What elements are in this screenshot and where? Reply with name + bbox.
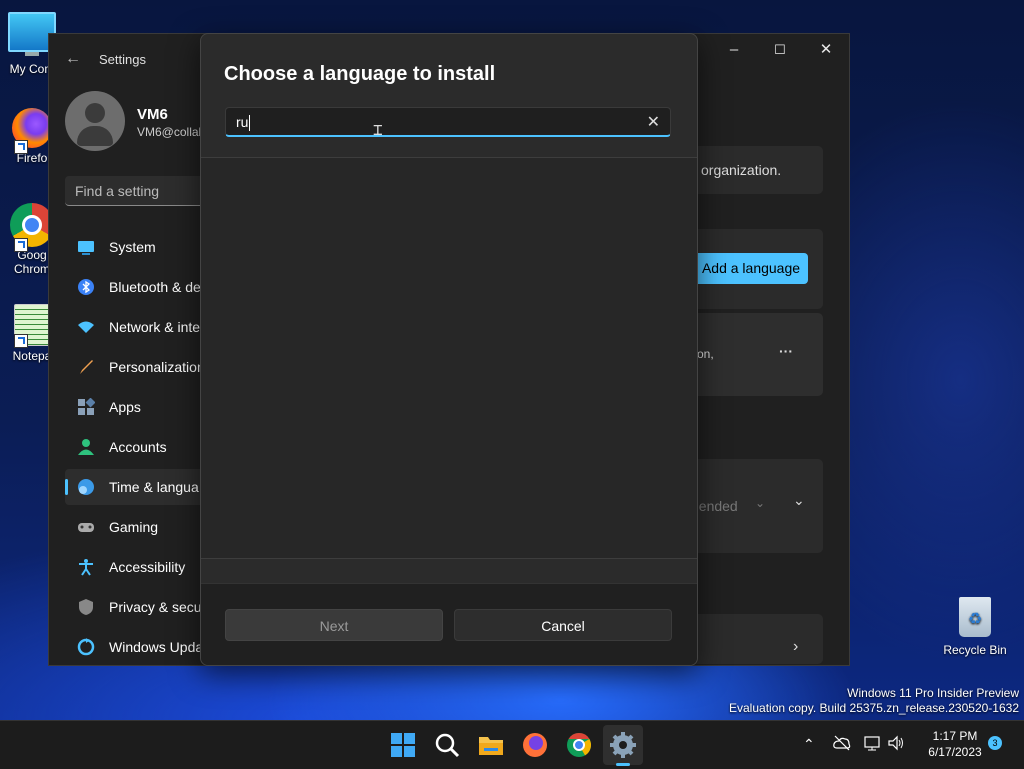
shortcut-arrow-icon [14, 140, 28, 154]
text-caret [249, 115, 251, 132]
sidebar-item-accounts[interactable]: Accounts [65, 429, 205, 465]
search-value: ru [236, 114, 249, 130]
tray-chevron-icon[interactable]: ⌃ [803, 736, 815, 753]
sidebar-item-time-language[interactable]: Time & langua [65, 469, 205, 505]
sidebar-item-bluetooth[interactable]: Bluetooth & de [65, 269, 205, 305]
sidebar-item-label: Accounts [109, 439, 167, 455]
dialog-title: Choose a language to install [224, 63, 496, 85]
sidebar-item-label: Personalization [109, 359, 205, 375]
volume-icon[interactable] [887, 734, 905, 755]
recommended-dropdown[interactable]: nended [691, 498, 738, 514]
language-card-text: on, [697, 347, 714, 361]
text-cursor-icon: ⌶ [373, 120, 383, 139]
active-app-indicator [616, 763, 630, 766]
add-language-button[interactable]: Add a language [694, 253, 808, 284]
user-name: VM6 [137, 106, 168, 123]
watermark-line-1: Windows 11 Pro Insider Preview [847, 686, 1019, 700]
clear-search-button[interactable]: ✕ [647, 112, 660, 132]
notification-badge[interactable]: 3 [988, 736, 1002, 750]
shield-icon [77, 598, 95, 616]
find-setting-input[interactable]: Find a setting [65, 176, 205, 206]
active-indicator [65, 479, 68, 495]
sidebar-item-label: Privacy & secu [109, 599, 202, 615]
cancel-button[interactable]: Cancel [454, 609, 672, 641]
system-icon [77, 238, 95, 256]
user-email: VM6@collab [137, 125, 206, 139]
language-list[interactable] [201, 157, 697, 559]
sidebar-item-personalization[interactable]: Personalization [65, 349, 205, 385]
sidebar-item-windows-update[interactable]: Windows Upda [65, 629, 205, 665]
brush-icon [77, 358, 95, 376]
apps-icon [77, 397, 96, 416]
watermark-line-2: Evaluation copy. Build 25375.zn_release.… [729, 701, 1019, 715]
clock-date: 6/17/2023 [928, 745, 982, 759]
maximize-button[interactable]: ☐ [757, 34, 803, 66]
sidebar-item-label: Time & langua [109, 479, 199, 495]
update-icon [77, 638, 95, 656]
sidebar-item-label: System [109, 239, 156, 255]
wifi-icon [77, 318, 95, 336]
language-search-input[interactable]: ru ✕ [225, 107, 671, 137]
dialog-footer: Next Cancel [201, 583, 697, 665]
sidebar-item-system[interactable]: System [65, 229, 205, 265]
sidebar-item-privacy[interactable]: Privacy & secu [65, 589, 205, 625]
chrome-icon[interactable] [565, 731, 593, 759]
minimize-button[interactable]: – [711, 34, 757, 66]
desktop-icon-label: Notepa [12, 349, 52, 363]
expand-chevron-icon[interactable]: ⌄ [793, 492, 805, 509]
app-title: Settings [99, 52, 146, 67]
chevron-right-icon[interactable]: › [793, 638, 798, 656]
sidebar-item-label: Bluetooth & de [109, 279, 201, 295]
accounts-icon [77, 438, 95, 456]
sidebar-item-label: Accessibility [109, 559, 186, 575]
accessibility-icon [77, 558, 95, 576]
close-button[interactable]: ✕ [803, 34, 849, 66]
recycle-bin-label: Recycle Bin [943, 643, 1007, 657]
sidebar-item-label: Network & inte [109, 319, 201, 335]
network-icon[interactable] [864, 734, 882, 755]
back-arrow-icon[interactable]: ← [65, 50, 81, 68]
cloud-off-icon[interactable] [833, 734, 851, 755]
choose-language-dialog: Choose a language to install ru ✕ ⌶ Next… [200, 33, 698, 666]
more-options-button[interactable]: ··· [779, 343, 793, 359]
sidebar-item-accessibility[interactable]: Accessibility [65, 549, 205, 585]
sidebar-item-network[interactable]: Network & inte [65, 309, 205, 345]
settings-icon[interactable] [609, 731, 637, 759]
avatar[interactable] [65, 91, 125, 151]
sidebar-item-label: Windows Upda [109, 639, 204, 655]
gaming-icon [77, 518, 95, 536]
firefox-icon[interactable] [521, 731, 549, 759]
org-text: organization. [701, 162, 782, 178]
shortcut-arrow-icon [14, 334, 28, 348]
dropdown-chevron-icon: ⌄ [755, 496, 766, 510]
sidebar-item-apps[interactable]: Apps [65, 389, 205, 425]
desktop-icon-recycle-bin[interactable]: ♻ Recycle Bin [940, 597, 1010, 657]
bluetooth-icon [77, 278, 95, 296]
recycle-bin-icon: ♻ [959, 597, 991, 637]
clock[interactable]: 1:17 PM 6/17/2023 [915, 728, 995, 760]
sidebar-item-gaming[interactable]: Gaming [65, 509, 205, 545]
clock-time: 1:17 PM [932, 729, 978, 743]
shortcut-arrow-icon [14, 238, 28, 252]
sidebar-item-label: Apps [109, 399, 141, 415]
file-explorer-icon[interactable] [477, 731, 505, 759]
next-button[interactable]: Next [225, 609, 443, 641]
sidebar-item-label: Gaming [109, 519, 159, 535]
search-icon[interactable] [433, 731, 461, 759]
start-icon[interactable] [389, 731, 417, 759]
time-language-icon [77, 478, 95, 496]
